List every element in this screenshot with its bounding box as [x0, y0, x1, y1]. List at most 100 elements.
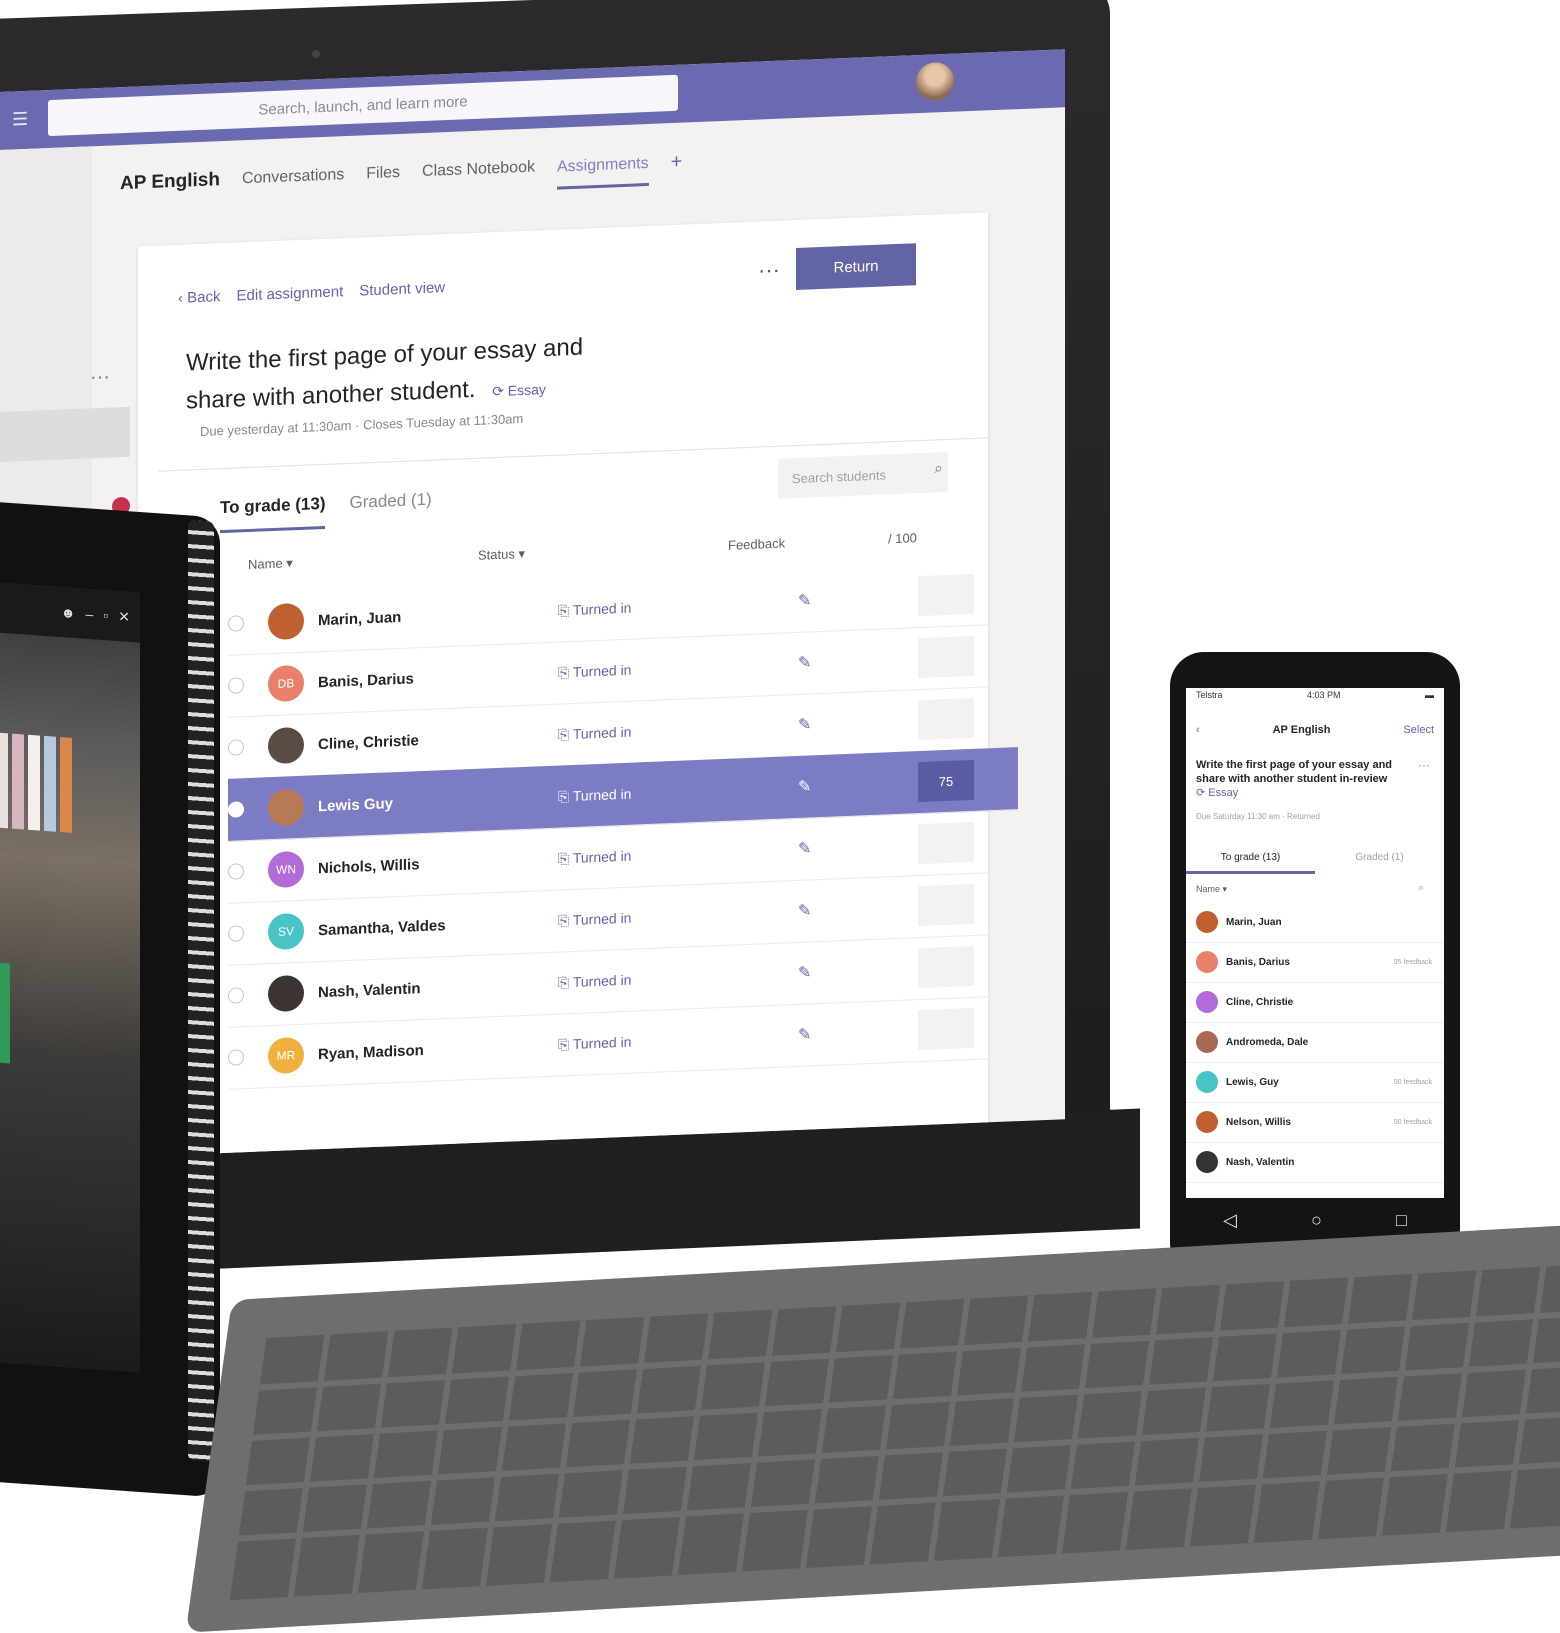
- student-name[interactable]: Nichols, Willis: [318, 856, 420, 877]
- student-name: Nelson, Willis: [1226, 1116, 1291, 1128]
- student-name[interactable]: Banis, Darius: [318, 670, 414, 691]
- status-turned-in: ⎘ Turned in: [558, 599, 631, 619]
- points-input[interactable]: [918, 573, 974, 617]
- phone-sort[interactable]: Name ▾: [1196, 884, 1227, 895]
- person-icon[interactable]: ☻: [61, 604, 76, 621]
- edit-assignment-link[interactable]: Edit assignment: [237, 283, 344, 304]
- status-turned-in: ⎘ Turned in: [558, 723, 631, 743]
- team-name: AP English: [120, 169, 220, 195]
- student-name[interactable]: Ryan, Madison: [318, 1041, 424, 1062]
- profile-avatar[interactable]: [916, 61, 954, 102]
- points-input[interactable]: [918, 635, 974, 679]
- avatar: [1196, 951, 1218, 973]
- avatar: [268, 602, 304, 641]
- recents-nav-icon[interactable]: □: [1396, 1210, 1407, 1231]
- row-checkbox[interactable]: [228, 925, 244, 942]
- phone-search-icon[interactable]: ⌕: [1418, 882, 1424, 895]
- phone-tab-graded[interactable]: Graded (1): [1315, 846, 1444, 874]
- row-checkbox[interactable]: [228, 1049, 244, 1066]
- points-input[interactable]: [918, 945, 974, 989]
- student-view-link[interactable]: Student view: [359, 279, 445, 299]
- points-input[interactable]: 75: [918, 759, 974, 803]
- back-nav-icon[interactable]: ◁: [1223, 1210, 1237, 1231]
- feedback-icon[interactable]: ✎: [798, 1024, 811, 1045]
- points-input[interactable]: [918, 821, 974, 865]
- column-status[interactable]: Status ▾: [478, 546, 525, 564]
- left-rail-selected-item[interactable]: [0, 406, 130, 462]
- row-checkbox[interactable]: [228, 987, 244, 1004]
- restore-icon[interactable]: ▫: [103, 607, 108, 623]
- column-name[interactable]: Name ▾: [248, 555, 293, 573]
- student-name: Marin, Juan: [1226, 916, 1282, 928]
- phone-essay-tag[interactable]: ⟳ Essay: [1196, 787, 1238, 799]
- more-icon[interactable]: ···: [758, 257, 780, 284]
- phone-more-icon[interactable]: ···: [1418, 758, 1430, 772]
- avatar: [268, 974, 304, 1013]
- assignment-card: ‹ Back Edit assignment Student view ··· …: [138, 212, 1018, 1162]
- avatar: SV: [268, 912, 304, 951]
- close-icon[interactable]: ✕: [118, 608, 130, 626]
- select-link[interactable]: Select: [1403, 724, 1434, 736]
- student-name: Banis, Darius: [1226, 956, 1290, 968]
- bookshelf-book: [0, 732, 8, 829]
- list-item[interactable]: Cline, Christie: [1186, 982, 1444, 1023]
- row-checkbox[interactable]: [228, 801, 244, 818]
- home-nav-icon[interactable]: ○: [1311, 1210, 1322, 1231]
- student-name[interactable]: Marin, Juan: [318, 608, 401, 628]
- feedback-icon[interactable]: ✎: [798, 776, 811, 797]
- tab-files[interactable]: Files: [366, 164, 400, 183]
- keyboard-keys: [229, 1260, 1560, 1601]
- tab-class-notebook[interactable]: Class Notebook: [422, 159, 535, 182]
- add-tab-button[interactable]: +: [671, 150, 683, 173]
- laptop-camera: [312, 50, 320, 58]
- points-input[interactable]: [918, 883, 974, 927]
- feedback-icon[interactable]: ✎: [798, 590, 811, 611]
- tab-assignments[interactable]: Assignments: [556, 154, 649, 190]
- tab-graded[interactable]: Graded (1): [349, 490, 431, 528]
- menu-icon[interactable]: ☰: [12, 109, 32, 130]
- list-item[interactable]: Nash, Valentin: [1186, 1142, 1444, 1183]
- carrier: Telstra: [1196, 690, 1223, 700]
- key-row-gap: [237, 1458, 1560, 1542]
- student-name[interactable]: Nash, Valentin: [318, 980, 421, 1001]
- feedback-icon[interactable]: ✎: [798, 962, 811, 983]
- row-checkbox[interactable]: [228, 677, 244, 694]
- bookshelf-book: [44, 735, 56, 832]
- back-link[interactable]: ‹ Back: [178, 288, 221, 307]
- list-item[interactable]: Lewis, Guy 90 feedback: [1186, 1062, 1444, 1103]
- row-checkbox[interactable]: [228, 739, 244, 756]
- student-name[interactable]: Cline, Christie: [318, 732, 419, 753]
- essay-tag[interactable]: ⟳ Essay: [492, 381, 546, 399]
- tab-conversations[interactable]: Conversations: [242, 166, 344, 188]
- list-item[interactable]: Nelson, Willis 90 feedback: [1186, 1102, 1444, 1143]
- bookshelf-book: [60, 736, 72, 833]
- list-item[interactable]: Banis, Darius 95 feedback: [1186, 942, 1444, 983]
- search-students-input[interactable]: Search students: [778, 451, 948, 499]
- phone-tab-to-grade[interactable]: To grade (13): [1186, 846, 1315, 874]
- channel-header: AP English Conversations Files Class Not…: [120, 137, 682, 210]
- tablet-screen: ☻ – ▫ ✕: [0, 580, 140, 1373]
- status-turned-in: ⎘ Turned in: [558, 971, 631, 991]
- column-points: / 100: [888, 530, 917, 547]
- points-input[interactable]: [918, 697, 974, 741]
- tab-to-grade[interactable]: To grade (13): [220, 493, 326, 534]
- assignment-title: Write the first page of your essay and s…: [186, 326, 646, 422]
- row-checkbox[interactable]: [228, 863, 244, 880]
- feedback-icon[interactable]: ✎: [798, 838, 811, 859]
- column-feedback: Feedback: [728, 535, 786, 553]
- feedback-icon[interactable]: ✎: [798, 900, 811, 921]
- points-input[interactable]: [918, 1007, 974, 1051]
- list-item[interactable]: Marin, Juan: [1186, 902, 1444, 943]
- minimize-icon[interactable]: –: [86, 606, 94, 623]
- back-icon[interactable]: ‹: [1196, 724, 1200, 736]
- return-button[interactable]: Return: [796, 243, 916, 291]
- row-checkbox[interactable]: [228, 615, 244, 632]
- student-name[interactable]: Lewis Guy: [318, 795, 393, 815]
- student-name[interactable]: Samantha, Valdes: [318, 917, 446, 939]
- phone-status-bar: Telstra 4:03 PM ▬: [1186, 688, 1444, 708]
- feedback-icon[interactable]: ✎: [798, 714, 811, 735]
- more-options-icon[interactable]: ···: [90, 366, 110, 390]
- feedback-icon[interactable]: ✎: [798, 652, 811, 673]
- search-icon[interactable]: ⌕: [934, 460, 943, 478]
- list-item[interactable]: Andromeda, Dale: [1186, 1022, 1444, 1063]
